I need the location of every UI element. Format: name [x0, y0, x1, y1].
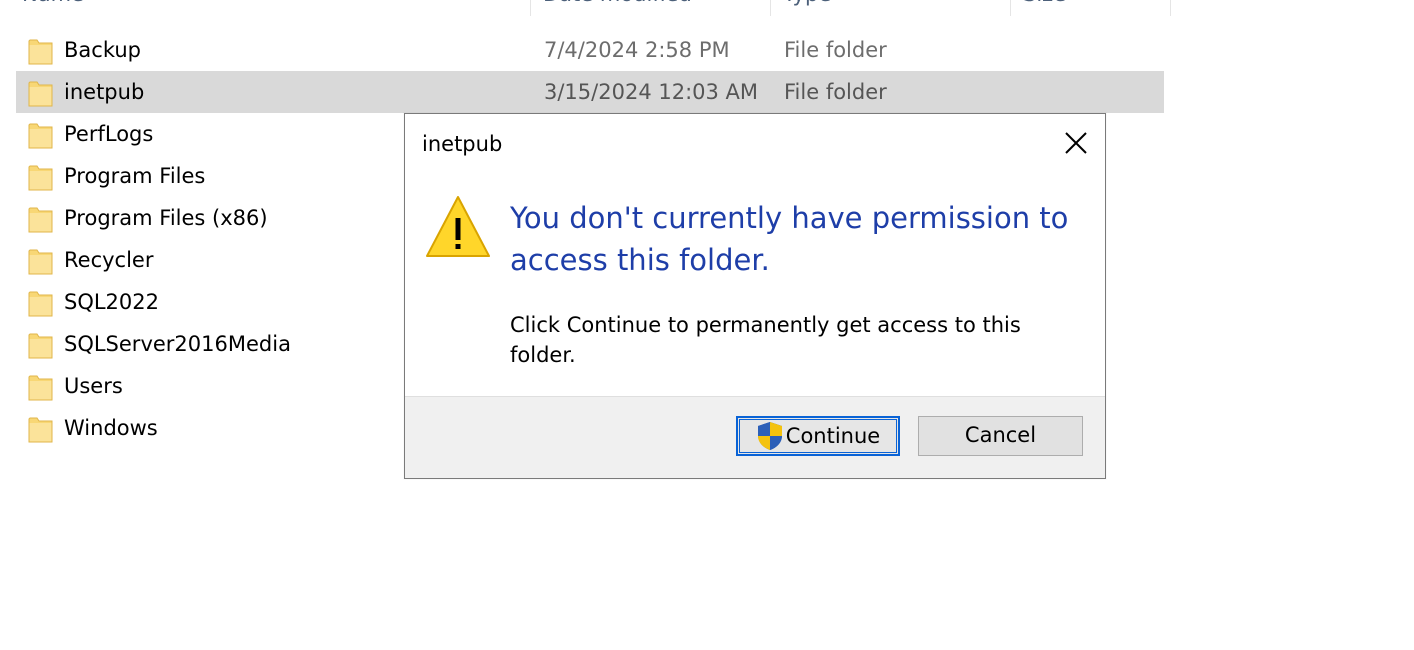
column-header-date-modified[interactable]: Date modified — [531, 0, 769, 16]
folder-icon — [28, 375, 53, 401]
folder-icon — [28, 123, 53, 149]
folder-icon — [28, 207, 53, 233]
folder-icon — [28, 291, 53, 317]
folder-icon — [28, 81, 53, 107]
file-date-modified: 3/15/2024 12:03 AM — [544, 80, 759, 104]
file-name: Windows — [64, 416, 158, 440]
warning-icon — [426, 196, 490, 257]
file-name: PerfLogs — [64, 122, 154, 146]
file-row[interactable]: inetpub 3/15/2024 12:03 AM File folder — [16, 71, 1164, 113]
permission-dialog: inetpub You don't currently have permiss… — [404, 113, 1106, 479]
folder-icon — [28, 417, 53, 443]
file-name: Backup — [64, 38, 141, 62]
close-button[interactable] — [1061, 128, 1091, 158]
file-name: SQLServer2016Media — [64, 332, 291, 356]
file-name: Users — [64, 374, 123, 398]
dialog-footer: Continue Cancel — [405, 396, 1105, 478]
file-name: Recycler — [64, 248, 154, 272]
file-name: inetpub — [64, 80, 145, 104]
file-name: Program Files — [64, 164, 206, 188]
main-instruction: You don't currently have permission to a… — [510, 201, 1069, 277]
cancel-button[interactable]: Cancel — [918, 416, 1083, 456]
file-date-modified: 7/4/2024 2:58 PM — [544, 38, 730, 62]
column-headers: Name Date modified Type Size — [0, 0, 1172, 16]
continue-button[interactable]: Continue — [736, 416, 900, 456]
file-type: File folder — [784, 80, 887, 104]
close-icon — [1065, 132, 1087, 154]
column-header-name[interactable]: Name — [10, 0, 525, 16]
file-name: Program Files (x86) — [64, 206, 268, 230]
uac-shield-icon — [757, 422, 782, 450]
continue-label: Continue — [785, 424, 881, 448]
file-row[interactable]: Backup 7/4/2024 2:58 PM File folder — [16, 29, 1164, 71]
folder-icon — [28, 165, 53, 191]
dialog-content-text: Click Continue to permanently get access… — [510, 313, 1021, 367]
column-divider[interactable] — [1170, 0, 1171, 16]
folder-icon — [28, 249, 53, 275]
file-name: SQL2022 — [64, 290, 160, 314]
dialog-title: inetpub — [422, 132, 503, 156]
file-type: File folder — [784, 38, 887, 62]
column-header-type[interactable]: Type — [771, 0, 1009, 16]
folder-icon — [28, 333, 53, 359]
folder-icon — [28, 39, 53, 65]
column-header-size[interactable]: Size — [1011, 0, 1169, 16]
